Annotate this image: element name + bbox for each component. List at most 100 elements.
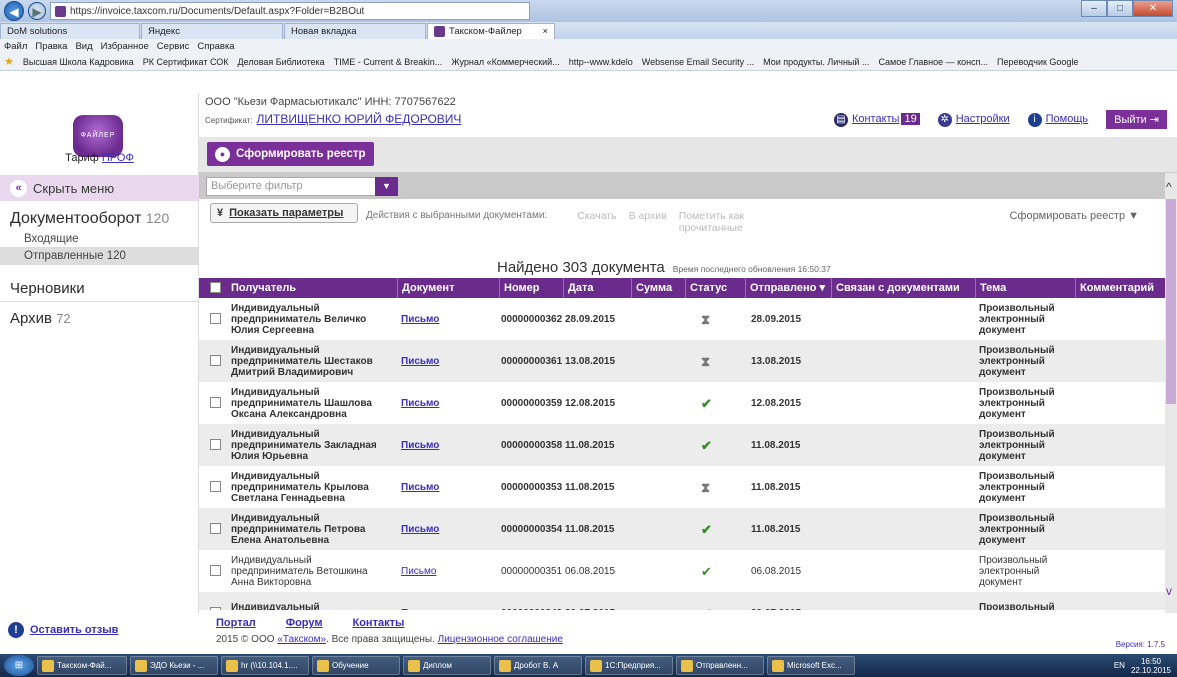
taskbar-item[interactable]: 1С:Предприя... — [585, 656, 673, 675]
scrollbar-thumb[interactable] — [1166, 199, 1176, 404]
favorite-link[interactable]: Деловая Библиотека — [238, 57, 325, 67]
sidebar-item-sent[interactable]: Отправленные 120 — [0, 247, 199, 265]
sidebar-item-archive[interactable]: Архив 72 — [10, 310, 71, 327]
select-all-checkbox[interactable] — [210, 282, 221, 293]
table-row[interactable]: Индивидуальный предприниматель Шестаков … — [199, 340, 1165, 382]
taskbar-item[interactable]: Microsoft Exc... — [767, 656, 855, 675]
favorite-link[interactable]: Журнал «Коммерческий... — [451, 57, 559, 67]
license-link[interactable]: Лицензионное соглашение — [438, 634, 563, 645]
hide-menu-button[interactable]: « Скрыть меню — [0, 175, 199, 201]
help-link[interactable]: i Помощь — [1027, 112, 1088, 127]
favorite-link[interactable]: Переводчик Google — [997, 57, 1078, 67]
language-indicator[interactable]: EN — [1114, 661, 1125, 670]
favorite-link[interactable]: Самое Главное — консп... — [878, 57, 988, 67]
scroll-up-icon[interactable]: ^ — [1166, 180, 1172, 194]
chevron-down-icon[interactable]: ▼ — [375, 177, 398, 196]
row-checkbox[interactable] — [210, 355, 221, 366]
table-row[interactable]: Индивидуальный предприниматель Петрова Е… — [199, 508, 1165, 550]
sidebar-item-inbox[interactable]: Входящие — [24, 233, 79, 245]
col-related[interactable]: Связан с документами — [831, 278, 960, 298]
row-checkbox[interactable] — [210, 439, 221, 450]
row-checkbox[interactable] — [210, 313, 221, 324]
logout-button[interactable]: Выйти ⇥ — [1106, 110, 1167, 129]
menu-view[interactable]: Вид — [75, 41, 92, 52]
make-register-button[interactable]: ● Сформировать реестр — [207, 142, 374, 166]
menu-favorites[interactable]: Избранное — [101, 41, 149, 52]
document-link[interactable]: Письмо — [401, 356, 439, 367]
footer-contacts-link[interactable]: Контакты — [353, 617, 405, 629]
col-status[interactable]: Статус — [685, 278, 727, 298]
address-bar[interactable]: https://invoice.taxcom.ru/Documents/Defa… — [50, 2, 530, 20]
scroll-down-icon[interactable]: v — [1166, 584, 1172, 598]
table-row[interactable]: Индивидуальный предприниматель Ветошкина… — [199, 550, 1165, 592]
feedback-link[interactable]: ! Оставить отзыв — [8, 622, 118, 638]
mark-read-button[interactable]: Пометить как прочитанные — [679, 210, 759, 234]
table-row[interactable]: Индивидуальный предприниматель Величко Ю… — [199, 298, 1165, 340]
sidebar-item-drafts[interactable]: Черновики — [0, 280, 199, 302]
menu-edit[interactable]: Правка — [35, 41, 67, 52]
footer-portal-link[interactable]: Портал — [216, 617, 256, 629]
document-link[interactable]: Письмо — [401, 524, 439, 535]
col-sent[interactable]: Отправлено ▾ — [745, 278, 825, 298]
archive-button[interactable]: В архив — [629, 210, 667, 234]
favorite-link[interactable]: Websense Email Security ... — [642, 57, 754, 67]
menu-file[interactable]: Файл — [4, 41, 27, 52]
tab-new[interactable]: Новая вкладка — [284, 23, 426, 39]
document-link[interactable]: Письмо — [401, 440, 439, 451]
col-comment[interactable]: Комментарий — [1075, 278, 1154, 298]
favorite-link[interactable]: http--www.kdelo — [569, 57, 633, 67]
table-row[interactable]: Индивидуальный предприниматель Крылова С… — [199, 466, 1165, 508]
tab-yandex[interactable]: Яндекс — [141, 23, 283, 39]
row-checkbox[interactable] — [210, 523, 221, 534]
table-row[interactable]: Индивидуальный предприниматель Шашлова О… — [199, 382, 1165, 424]
menu-help[interactable]: Справка — [197, 41, 234, 52]
minimize-button[interactable]: – — [1081, 0, 1107, 17]
start-button[interactable]: ⊞ — [4, 655, 34, 676]
col-sum[interactable]: Сумма — [631, 278, 672, 298]
favorites-star-icon[interactable]: ★ — [4, 55, 14, 68]
taskbar-item[interactable]: Такском-Фай... — [37, 656, 127, 675]
sidebar-item-docflow[interactable]: Документооборот 120 — [10, 210, 169, 228]
col-number[interactable]: Номер — [499, 278, 540, 298]
document-link[interactable]: Письмо — [401, 566, 436, 577]
close-window-button[interactable]: ✕ — [1133, 0, 1173, 17]
download-button[interactable]: Скачать — [577, 210, 616, 234]
document-link[interactable]: Письмо — [401, 314, 439, 325]
menu-tools[interactable]: Сервис — [157, 41, 190, 52]
table-row[interactable]: Индивидуальный предприниматель Закладная… — [199, 424, 1165, 466]
maximize-button[interactable]: □ — [1107, 0, 1133, 17]
clock[interactable]: 16:50 22.10.2015 — [1131, 657, 1171, 675]
filer-logo[interactable]: ФАЙЛЕР — [73, 115, 123, 157]
col-topic[interactable]: Тема — [975, 278, 1006, 298]
make-register-dropdown[interactable]: Сформировать реестр ▼ — [1009, 210, 1139, 222]
col-date[interactable]: Дата — [563, 278, 593, 298]
cert-name-link[interactable]: ЛИТВИЩЕНКО ЮРИЙ ФЕДОРОВИЧ — [257, 112, 462, 126]
taskbar-item[interactable]: Обучение — [312, 656, 400, 675]
filter-select[interactable]: Выберите фильтр — [206, 177, 398, 196]
taskbar-item[interactable]: hr (\\10.104.1.... — [221, 656, 309, 675]
favorite-link[interactable]: Высшая Школа Кадровика — [23, 57, 134, 67]
close-tab-icon[interactable]: × — [542, 24, 548, 39]
contacts-link[interactable]: ▤ Контакты 19 — [833, 112, 920, 127]
table-row[interactable]: Индивидуальный предприниматель Винник Пис… — [199, 592, 1165, 610]
tab-taxcom-filer[interactable]: Такском-Файлер × — [427, 23, 555, 39]
taskbar-item[interactable]: ЭДО Кьези - ... — [130, 656, 218, 675]
settings-link[interactable]: ✲ Настройки — [937, 112, 1010, 127]
row-checkbox[interactable] — [210, 481, 221, 492]
col-document[interactable]: Документ — [397, 278, 454, 298]
company-link[interactable]: «Такском» — [277, 634, 326, 645]
document-link[interactable]: Письмо — [401, 398, 439, 409]
row-checkbox[interactable] — [210, 397, 221, 408]
taskbar-item[interactable]: Диплом — [403, 656, 491, 675]
show-params-button[interactable]: ¥ Показать параметры — [210, 203, 358, 223]
taskbar-item[interactable]: Дробот В. А — [494, 656, 582, 675]
forward-button[interactable]: ▶ — [28, 2, 46, 20]
favorite-link[interactable]: РК Сертификат СОК — [143, 57, 229, 67]
favorite-link[interactable]: TIME - Current & Breakin... — [334, 57, 443, 67]
row-checkbox[interactable] — [210, 565, 221, 576]
favorite-link[interactable]: Мои продукты. Личный ... — [763, 57, 869, 67]
document-link[interactable]: Письмо — [401, 608, 439, 611]
col-recipient[interactable]: Получатель — [227, 278, 296, 298]
row-checkbox[interactable] — [210, 607, 221, 610]
tarif-link[interactable]: ПРОФ — [102, 152, 134, 164]
